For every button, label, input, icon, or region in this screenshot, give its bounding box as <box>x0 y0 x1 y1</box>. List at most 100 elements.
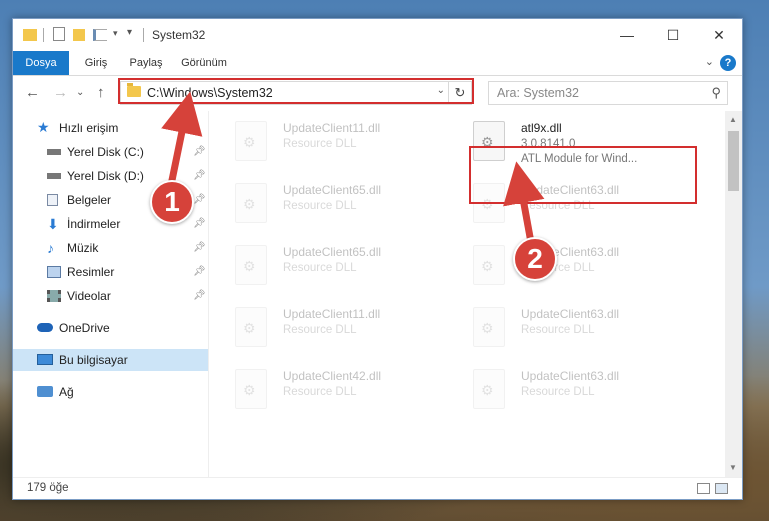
sidebar-item-label: Yerel Disk (D:) <box>67 169 144 183</box>
tab-gorunum[interactable]: Görünüm <box>175 51 233 75</box>
star-icon: ★ <box>37 119 50 135</box>
item-count: 179 öğe <box>27 482 69 494</box>
scroll-up-icon[interactable]: ▲ <box>729 115 737 124</box>
file-type: Resource DLL <box>283 200 357 212</box>
title-bar: ▾ ▾ System32 — ☐ ✕ <box>13 19 742 51</box>
step-marker-2: 2 <box>513 237 557 281</box>
sidebar-item-label: Videolar <box>67 289 111 303</box>
file-item[interactable]: UpdateClient63.dll Resource DLL <box>451 367 681 421</box>
status-bar: 179 öğe <box>13 477 742 499</box>
sidebar-item-onedrive[interactable]: OneDrive <box>13 317 208 339</box>
navigation-pane: ★ Hızlı erişim Yerel Disk (C:) 📌︎ Yerel … <box>13 111 208 477</box>
dll-file-icon <box>235 369 267 409</box>
file-name: UpdateClient63.dll <box>521 307 620 321</box>
dll-file-icon <box>235 307 267 347</box>
file-name: UpdateClient11.dll <box>283 307 381 321</box>
details-view-icon[interactable] <box>697 483 710 494</box>
sidebar-item-videolar[interactable]: Videolar 📌︎ <box>13 285 208 307</box>
video-icon <box>47 290 61 302</box>
file-item[interactable]: UpdateClient63.dll Resource DLL <box>451 305 681 359</box>
forward-arrow-icon[interactable]: → <box>53 84 68 101</box>
sidebar-item-hizli-erisim[interactable]: ★ Hızlı erişim <box>13 117 208 139</box>
sidebar-item-label: Resimler <box>67 265 115 279</box>
file-item[interactable]: UpdateClient11.dll Resource DLL <box>213 119 443 173</box>
dll-file-icon <box>235 245 267 285</box>
pin-icon: 📌︎ <box>193 242 206 253</box>
sidebar-item-label: İndirmeler <box>67 217 121 231</box>
file-name: UpdateClient65.dll <box>283 245 382 259</box>
file-item[interactable]: UpdateClient63.dll Resource DLL <box>451 243 681 297</box>
expand-ribbon-icon[interactable]: ⌄ <box>705 55 714 68</box>
sidebar-item-yerel-disk-c[interactable]: Yerel Disk (C:) 📌︎ <box>13 141 208 163</box>
pin-icon: 📌︎ <box>193 266 206 277</box>
download-icon: ⬇ <box>47 216 59 232</box>
large-icons-view-icon[interactable] <box>715 483 728 494</box>
dll-file-icon <box>473 245 505 285</box>
sidebar-item-label: Bu bilgisayar <box>59 353 128 367</box>
dll-file-icon <box>473 369 505 409</box>
view-menu-icon[interactable] <box>93 29 107 41</box>
file-item[interactable]: UpdateClient42.dll Resource DLL <box>213 367 443 421</box>
file-name: atl9x.dll <box>521 121 562 135</box>
search-icon[interactable]: ⚲ <box>711 85 721 101</box>
documents-icon <box>47 194 58 206</box>
ribbon-tabs: Dosya Giriş Paylaş Görünüm ⌄ ? <box>13 51 742 76</box>
folder-icon <box>23 29 37 41</box>
dll-file-icon <box>235 121 267 161</box>
sidebar-item-resimler[interactable]: Resimler 📌︎ <box>13 261 208 283</box>
network-icon <box>37 386 53 397</box>
sidebar-item-ag[interactable]: Ağ <box>13 381 208 403</box>
file-name: UpdateClient42.dll <box>283 369 382 383</box>
maximize-button[interactable]: ☐ <box>650 19 696 51</box>
sidebar-item-label: Yerel Disk (C:) <box>67 145 144 159</box>
file-type: Resource DLL <box>283 386 357 398</box>
sidebar-item-bu-bilgisayar[interactable]: Bu bilgisayar <box>13 349 208 371</box>
file-item[interactable]: UpdateClient65.dll Resource DLL <box>213 243 443 297</box>
address-highlight-box <box>118 78 474 104</box>
pin-icon: 📌︎ <box>193 218 206 229</box>
help-icon[interactable]: ? <box>720 55 736 71</box>
file-name: UpdateClient11.dll <box>283 121 381 135</box>
tab-dosya[interactable]: Dosya <box>13 51 69 75</box>
step-marker-1: 1 <box>150 180 194 224</box>
dll-file-icon <box>473 307 505 347</box>
scrollbar-thumb[interactable] <box>728 131 739 191</box>
file-type: Resource DLL <box>283 262 357 274</box>
search-input[interactable]: Ara: System32 ⚲ <box>488 81 728 105</box>
customize-toolbar-icon[interactable]: ▾ <box>127 27 132 43</box>
file-type: Resource DLL <box>283 138 357 150</box>
computer-icon <box>37 354 53 365</box>
window-title: System32 <box>152 28 206 42</box>
file-item[interactable]: UpdateClient65.dll Resource DLL <box>213 181 443 235</box>
file-type: Resource DLL <box>521 324 595 336</box>
dll-file-icon <box>235 183 267 223</box>
tab-giris[interactable]: Giriş <box>73 51 119 75</box>
new-folder-icon[interactable] <box>73 29 85 41</box>
drive-icon <box>47 149 61 155</box>
music-icon: ♪ <box>47 240 54 256</box>
file-name: UpdateClient65.dll <box>283 183 382 197</box>
sidebar-item-label: Hızlı erişim <box>59 121 119 135</box>
minimize-button[interactable]: — <box>604 19 650 51</box>
vertical-scrollbar[interactable]: ▲ ▼ <box>725 111 742 477</box>
sidebar-item-label: Belgeler <box>67 193 112 207</box>
file-name: UpdateClient63.dll <box>521 369 620 383</box>
sidebar-item-muzik[interactable]: ♪ Müzik 📌︎ <box>13 237 208 259</box>
chevron-down-icon[interactable]: ▾ <box>113 28 118 44</box>
properties-icon[interactable] <box>53 27 65 41</box>
tab-paylas[interactable]: Paylaş <box>121 51 171 75</box>
search-placeholder: Ara: System32 <box>497 86 579 100</box>
pin-icon: 📌︎ <box>193 290 206 301</box>
pictures-icon <box>47 266 61 278</box>
close-button[interactable]: ✕ <box>696 19 742 51</box>
file-item[interactable]: UpdateClient11.dll Resource DLL <box>213 305 443 359</box>
sidebar-item-label: OneDrive <box>59 321 110 335</box>
recent-locations-icon[interactable]: ⌄ <box>76 87 84 98</box>
file-type: Resource DLL <box>521 386 595 398</box>
file-highlight-box <box>469 146 697 204</box>
back-arrow-icon[interactable]: ← <box>25 84 40 101</box>
pane-divider <box>208 111 209 477</box>
scroll-down-icon[interactable]: ▼ <box>729 463 737 472</box>
navigation-bar: ← → ⌄ ↑ C:\Windows\System32 ⌄ ↻ Ara: Sys… <box>13 76 742 110</box>
up-arrow-icon[interactable]: ↑ <box>97 84 105 101</box>
